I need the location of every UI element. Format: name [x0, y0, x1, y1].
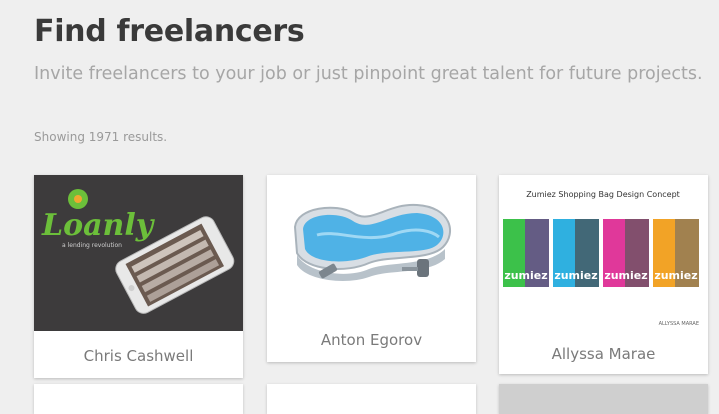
svg-text:zumiez: zumiez [504, 269, 547, 282]
freelancer-name[interactable]: Anton Egorov [267, 331, 476, 349]
freelancer-name[interactable]: Chris Cashwell [34, 347, 243, 365]
freelancer-card[interactable]: Zumiez Shopping Bag Design Concept zumie… [499, 175, 708, 374]
freelancer-name[interactable]: Allyssa Marae [499, 345, 708, 363]
freelancer-card-partial[interactable] [499, 384, 708, 414]
page-title: Find freelancers [34, 14, 305, 49]
freelancer-card[interactable]: Anton Egorov [267, 175, 476, 362]
svg-text:ALLYSSA MARAE: ALLYSSA MARAE [659, 321, 699, 327]
freelancer-card-partial[interactable] [34, 384, 243, 414]
svg-text:zumiez: zumiez [654, 269, 697, 282]
zumiez-bag-concept: Zumiez Shopping Bag Design Concept zumie… [499, 175, 708, 332]
loanly-logo: Loanly [41, 208, 156, 243]
portfolio-thumbnail[interactable] [267, 175, 476, 323]
results-count: Showing 1971 results. [34, 130, 168, 144]
svg-text:a lending revolution: a lending revolution [62, 242, 122, 249]
pool-render [267, 175, 476, 323]
svg-text:Zumiez Shopping Bag Design Con: Zumiez Shopping Bag Design Concept [526, 190, 680, 199]
portfolio-thumbnail[interactable]: Zumiez Shopping Bag Design Concept zumie… [499, 175, 708, 332]
loanly-app-mockup: Loanly a lending revolution [34, 175, 243, 331]
page-subtitle: Invite freelancers to your job or just p… [34, 64, 703, 84]
freelancer-card[interactable]: Loanly a lending revolution Chris Cashwe… [34, 175, 243, 378]
svg-text:zumiez: zumiez [604, 269, 647, 282]
portfolio-thumbnail[interactable]: Loanly a lending revolution [34, 175, 243, 331]
freelancer-card-partial[interactable] [267, 384, 476, 414]
svg-text:zumiez: zumiez [554, 269, 597, 282]
